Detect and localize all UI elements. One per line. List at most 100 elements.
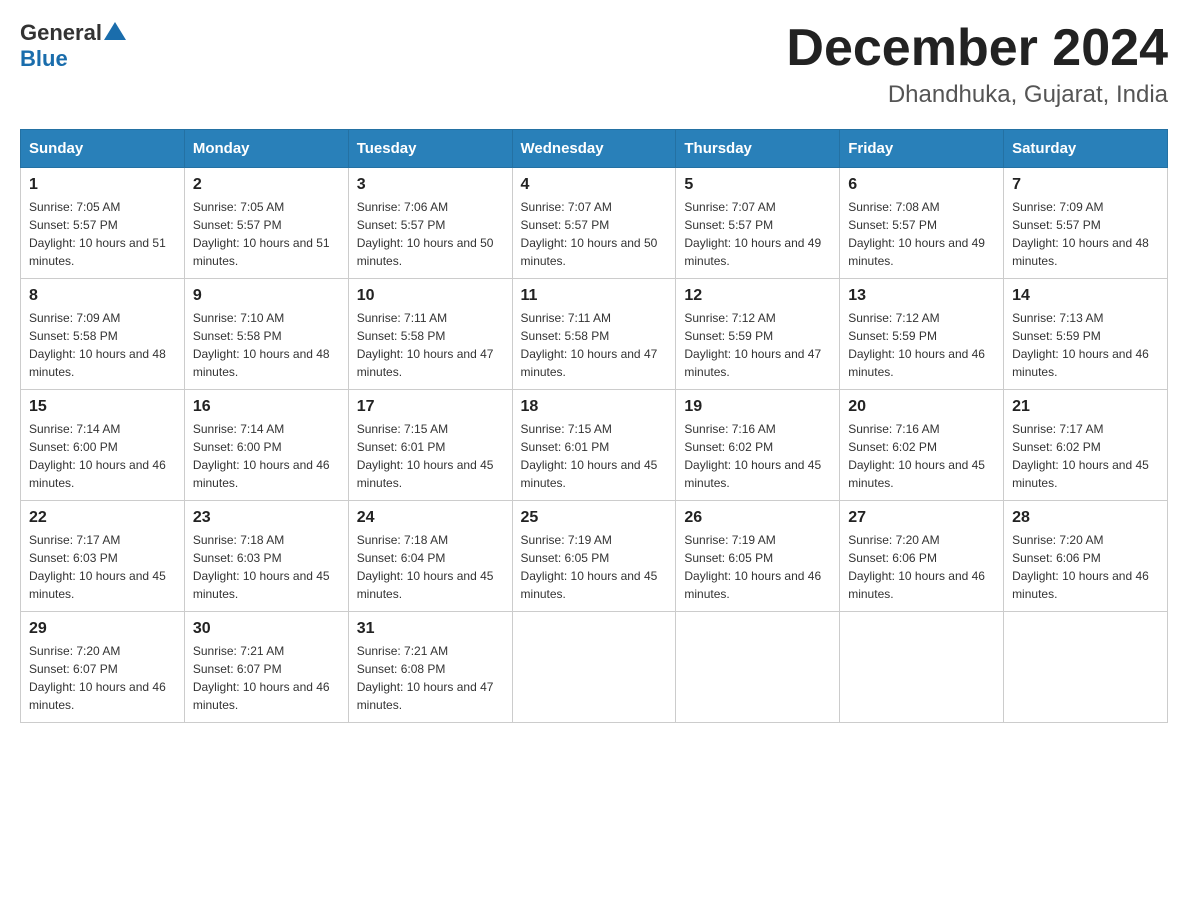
day-info: Sunrise: 7:17 AMSunset: 6:02 PMDaylight:… <box>1012 422 1149 490</box>
calendar-cell: 9 Sunrise: 7:10 AMSunset: 5:58 PMDayligh… <box>184 279 348 390</box>
calendar-cell: 5 Sunrise: 7:07 AMSunset: 5:57 PMDayligh… <box>676 168 840 279</box>
calendar-cell: 30 Sunrise: 7:21 AMSunset: 6:07 PMDaylig… <box>184 612 348 723</box>
calendar-cell: 18 Sunrise: 7:15 AMSunset: 6:01 PMDaylig… <box>512 390 676 501</box>
day-number: 7 <box>1012 176 1159 194</box>
day-info: Sunrise: 7:16 AMSunset: 6:02 PMDaylight:… <box>684 422 821 490</box>
day-info: Sunrise: 7:21 AMSunset: 6:07 PMDaylight:… <box>193 644 330 712</box>
calendar-cell: 21 Sunrise: 7:17 AMSunset: 6:02 PMDaylig… <box>1004 390 1168 501</box>
calendar-week-row: 29 Sunrise: 7:20 AMSunset: 6:07 PMDaylig… <box>21 612 1168 723</box>
weekday-header-sunday: Sunday <box>21 130 185 168</box>
calendar-cell: 26 Sunrise: 7:19 AMSunset: 6:05 PMDaylig… <box>676 501 840 612</box>
day-number: 30 <box>193 620 340 638</box>
day-info: Sunrise: 7:14 AMSunset: 6:00 PMDaylight:… <box>193 422 330 490</box>
calendar-cell: 22 Sunrise: 7:17 AMSunset: 6:03 PMDaylig… <box>21 501 185 612</box>
day-info: Sunrise: 7:05 AMSunset: 5:57 PMDaylight:… <box>29 200 166 268</box>
calendar-cell: 13 Sunrise: 7:12 AMSunset: 5:59 PMDaylig… <box>840 279 1004 390</box>
weekday-header-saturday: Saturday <box>1004 130 1168 168</box>
day-info: Sunrise: 7:05 AMSunset: 5:57 PMDaylight:… <box>193 200 330 268</box>
calendar-cell <box>512 612 676 723</box>
calendar-cell: 8 Sunrise: 7:09 AMSunset: 5:58 PMDayligh… <box>21 279 185 390</box>
day-number: 20 <box>848 398 995 416</box>
calendar-cell: 31 Sunrise: 7:21 AMSunset: 6:08 PMDaylig… <box>348 612 512 723</box>
calendar-cell: 23 Sunrise: 7:18 AMSunset: 6:03 PMDaylig… <box>184 501 348 612</box>
day-number: 27 <box>848 509 995 527</box>
day-number: 19 <box>684 398 831 416</box>
day-number: 11 <box>521 287 668 305</box>
day-info: Sunrise: 7:15 AMSunset: 6:01 PMDaylight:… <box>357 422 494 490</box>
calendar-cell: 14 Sunrise: 7:13 AMSunset: 5:59 PMDaylig… <box>1004 279 1168 390</box>
day-number: 18 <box>521 398 668 416</box>
calendar-cell: 15 Sunrise: 7:14 AMSunset: 6:00 PMDaylig… <box>21 390 185 501</box>
day-info: Sunrise: 7:09 AMSunset: 5:58 PMDaylight:… <box>29 311 166 379</box>
day-number: 16 <box>193 398 340 416</box>
day-number: 17 <box>357 398 504 416</box>
day-number: 8 <box>29 287 176 305</box>
weekday-header-row: SundayMondayTuesdayWednesdayThursdayFrid… <box>21 130 1168 168</box>
calendar-cell: 4 Sunrise: 7:07 AMSunset: 5:57 PMDayligh… <box>512 168 676 279</box>
calendar-table: SundayMondayTuesdayWednesdayThursdayFrid… <box>20 129 1168 723</box>
day-number: 21 <box>1012 398 1159 416</box>
day-number: 13 <box>848 287 995 305</box>
day-info: Sunrise: 7:14 AMSunset: 6:00 PMDaylight:… <box>29 422 166 490</box>
month-title: December 2024 <box>786 20 1168 77</box>
day-info: Sunrise: 7:11 AMSunset: 5:58 PMDaylight:… <box>357 311 494 379</box>
weekday-header-friday: Friday <box>840 130 1004 168</box>
page-header: General Blue December 2024 Dhandhuka, Gu… <box>20 20 1168 109</box>
day-info: Sunrise: 7:21 AMSunset: 6:08 PMDaylight:… <box>357 644 494 712</box>
calendar-cell: 29 Sunrise: 7:20 AMSunset: 6:07 PMDaylig… <box>21 612 185 723</box>
day-number: 2 <box>193 176 340 194</box>
day-info: Sunrise: 7:07 AMSunset: 5:57 PMDaylight:… <box>521 200 658 268</box>
day-info: Sunrise: 7:11 AMSunset: 5:58 PMDaylight:… <box>521 311 658 379</box>
calendar-cell: 11 Sunrise: 7:11 AMSunset: 5:58 PMDaylig… <box>512 279 676 390</box>
calendar-cell: 6 Sunrise: 7:08 AMSunset: 5:57 PMDayligh… <box>840 168 1004 279</box>
day-number: 1 <box>29 176 176 194</box>
calendar-cell: 16 Sunrise: 7:14 AMSunset: 6:00 PMDaylig… <box>184 390 348 501</box>
calendar-cell: 17 Sunrise: 7:15 AMSunset: 6:01 PMDaylig… <box>348 390 512 501</box>
weekday-header-wednesday: Wednesday <box>512 130 676 168</box>
weekday-header-tuesday: Tuesday <box>348 130 512 168</box>
calendar-cell: 2 Sunrise: 7:05 AMSunset: 5:57 PMDayligh… <box>184 168 348 279</box>
calendar-cell: 28 Sunrise: 7:20 AMSunset: 6:06 PMDaylig… <box>1004 501 1168 612</box>
calendar-cell: 24 Sunrise: 7:18 AMSunset: 6:04 PMDaylig… <box>348 501 512 612</box>
day-number: 28 <box>1012 509 1159 527</box>
day-info: Sunrise: 7:10 AMSunset: 5:58 PMDaylight:… <box>193 311 330 379</box>
day-info: Sunrise: 7:12 AMSunset: 5:59 PMDaylight:… <box>684 311 821 379</box>
title-block: December 2024 Dhandhuka, Gujarat, India <box>786 20 1168 109</box>
day-number: 26 <box>684 509 831 527</box>
day-info: Sunrise: 7:15 AMSunset: 6:01 PMDaylight:… <box>521 422 658 490</box>
day-number: 6 <box>848 176 995 194</box>
day-number: 12 <box>684 287 831 305</box>
calendar-cell: 25 Sunrise: 7:19 AMSunset: 6:05 PMDaylig… <box>512 501 676 612</box>
day-info: Sunrise: 7:19 AMSunset: 6:05 PMDaylight:… <box>684 533 821 601</box>
calendar-cell: 19 Sunrise: 7:16 AMSunset: 6:02 PMDaylig… <box>676 390 840 501</box>
calendar-cell: 7 Sunrise: 7:09 AMSunset: 5:57 PMDayligh… <box>1004 168 1168 279</box>
day-info: Sunrise: 7:20 AMSunset: 6:06 PMDaylight:… <box>848 533 985 601</box>
calendar-week-row: 15 Sunrise: 7:14 AMSunset: 6:00 PMDaylig… <box>21 390 1168 501</box>
day-info: Sunrise: 7:18 AMSunset: 6:04 PMDaylight:… <box>357 533 494 601</box>
day-number: 24 <box>357 509 504 527</box>
calendar-cell: 1 Sunrise: 7:05 AMSunset: 5:57 PMDayligh… <box>21 168 185 279</box>
day-number: 22 <box>29 509 176 527</box>
logo-triangle-icon <box>104 22 126 45</box>
day-number: 31 <box>357 620 504 638</box>
location-title: Dhandhuka, Gujarat, India <box>786 81 1168 109</box>
day-info: Sunrise: 7:20 AMSunset: 6:06 PMDaylight:… <box>1012 533 1149 601</box>
day-number: 29 <box>29 620 176 638</box>
day-info: Sunrise: 7:09 AMSunset: 5:57 PMDaylight:… <box>1012 200 1149 268</box>
calendar-cell <box>676 612 840 723</box>
day-number: 23 <box>193 509 340 527</box>
day-info: Sunrise: 7:07 AMSunset: 5:57 PMDaylight:… <box>684 200 821 268</box>
weekday-header-thursday: Thursday <box>676 130 840 168</box>
day-info: Sunrise: 7:12 AMSunset: 5:59 PMDaylight:… <box>848 311 985 379</box>
day-info: Sunrise: 7:18 AMSunset: 6:03 PMDaylight:… <box>193 533 330 601</box>
logo: General Blue <box>20 20 126 72</box>
logo-text-blue: Blue <box>20 46 68 71</box>
day-info: Sunrise: 7:08 AMSunset: 5:57 PMDaylight:… <box>848 200 985 268</box>
day-number: 10 <box>357 287 504 305</box>
calendar-cell: 12 Sunrise: 7:12 AMSunset: 5:59 PMDaylig… <box>676 279 840 390</box>
calendar-cell: 20 Sunrise: 7:16 AMSunset: 6:02 PMDaylig… <box>840 390 1004 501</box>
calendar-cell: 3 Sunrise: 7:06 AMSunset: 5:57 PMDayligh… <box>348 168 512 279</box>
day-number: 14 <box>1012 287 1159 305</box>
calendar-cell <box>1004 612 1168 723</box>
calendar-cell: 10 Sunrise: 7:11 AMSunset: 5:58 PMDaylig… <box>348 279 512 390</box>
